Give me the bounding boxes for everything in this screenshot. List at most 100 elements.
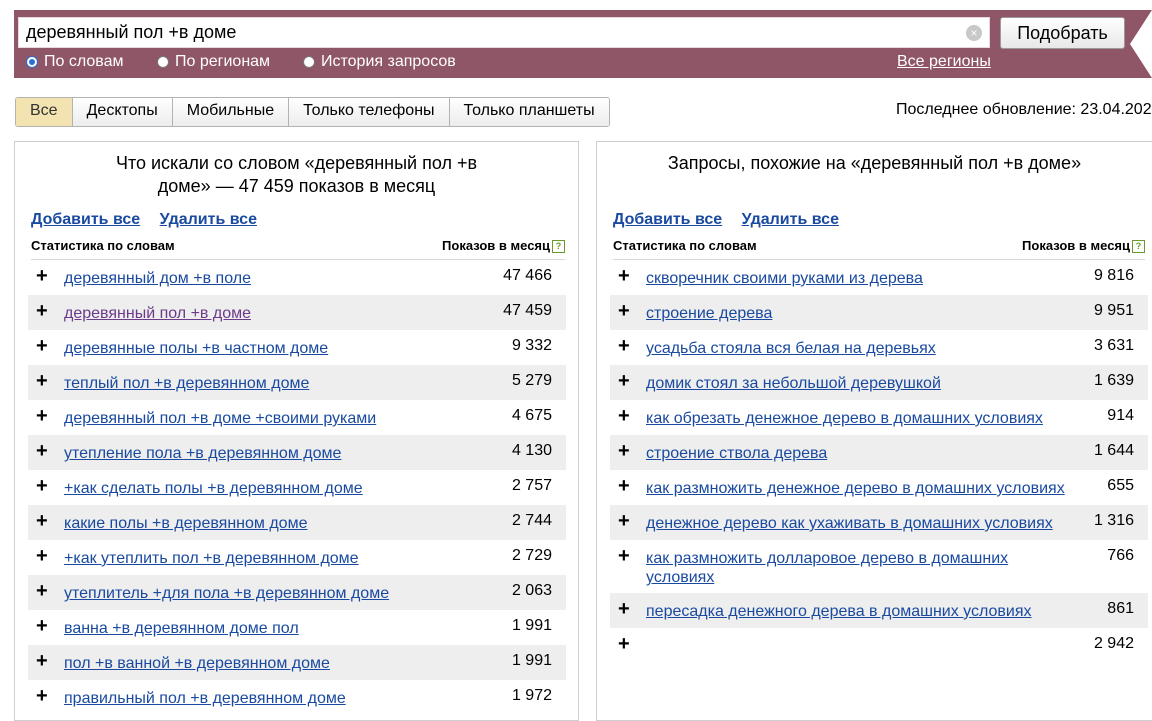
- add-phrase-icon[interactable]: +: [618, 634, 630, 654]
- clear-icon[interactable]: ×: [966, 25, 982, 41]
- radio-icon[interactable]: [303, 56, 315, 68]
- tab-mobile[interactable]: Мобильные: [172, 98, 290, 126]
- table-row: + +как утеплить пол +в деревянном доме 2 7…: [28, 540, 566, 575]
- search-input[interactable]: [19, 18, 956, 47]
- table-row: + как обрезать денежное дерево в домашних…: [610, 400, 1148, 435]
- tab-tablets-only[interactable]: Только планшеты: [449, 98, 609, 126]
- help-icon[interactable]: ?: [1132, 240, 1145, 253]
- col-count-label: Показов в месяц: [442, 238, 550, 253]
- col-phrase-header: Статистика по словам: [613, 238, 757, 253]
- tab-desktops[interactable]: Десктопы: [72, 98, 173, 126]
- phrase-link[interactable]: деревянный дом +в поле: [28, 260, 566, 294]
- add-phrase-icon[interactable]: +: [36, 406, 48, 426]
- left-rows: + деревянный дом +в поле 47 466 + деревянный…: [28, 260, 566, 715]
- add-phrase-icon[interactable]: +: [618, 336, 630, 356]
- radio-selected-icon[interactable]: [26, 56, 38, 68]
- add-phrase-icon[interactable]: +: [36, 476, 48, 496]
- add-phrase-icon[interactable]: +: [618, 266, 630, 286]
- phrase-link[interactable]: какие полы +в деревянном доме: [28, 505, 566, 539]
- phrase-link[interactable]: денежное дерево как ухаживать в домашних…: [610, 505, 1148, 539]
- left-panel-title: Что искали со словом «деревянный пол +в …: [15, 142, 578, 198]
- add-phrase-icon[interactable]: +: [36, 546, 48, 566]
- phrase-link[interactable]: пол +в ванной +в деревянном доме: [28, 645, 566, 679]
- table-row: + утеплитель +для пола +в деревянном доме…: [28, 575, 566, 610]
- table-row: + домик стоял за небольшой деревушкой 1 63…: [610, 365, 1148, 400]
- phrase-link[interactable]: деревянные полы +в частном доме: [28, 330, 566, 364]
- add-phrase-icon[interactable]: +: [618, 511, 630, 531]
- add-phrase-icon[interactable]: +: [36, 441, 48, 461]
- phrase-link[interactable]: пересадка денежного дерева в домашних ус…: [610, 593, 1148, 627]
- phrase-link[interactable]: утепление пола +в деревянном доме: [28, 435, 566, 469]
- table-row: + деревянный пол +в доме +своими руками 4 …: [28, 400, 566, 435]
- impressions-count: 1 972: [511, 687, 552, 704]
- add-phrase-icon[interactable]: +: [618, 599, 630, 619]
- add-all-link[interactable]: Добавить все: [31, 211, 140, 228]
- phrase-link[interactable]: усадьба стояла вся белая на деревьях: [610, 330, 1148, 364]
- impressions-count: 2 942: [1093, 635, 1134, 652]
- table-row: + пересадка денежного дерева в домашних у…: [610, 593, 1148, 628]
- table-row: + деревянный дом +в поле 47 466: [28, 260, 566, 295]
- phrase-link[interactable]: +как сделать полы +в деревянном доме: [28, 470, 566, 504]
- impressions-count: 47 466: [503, 267, 552, 284]
- impressions-count: 47 459: [503, 302, 552, 319]
- phrase-link[interactable]: ванна +в деревянном доме пол: [28, 610, 566, 644]
- table-row: +2 942: [610, 628, 1148, 663]
- phrase-link[interactable]: [610, 628, 1148, 643]
- remove-all-link[interactable]: Удалить все: [742, 211, 839, 228]
- impressions-count: 4 675: [511, 407, 552, 424]
- add-phrase-icon[interactable]: +: [36, 336, 48, 356]
- add-phrase-icon[interactable]: +: [618, 406, 630, 426]
- impressions-count: 1 639: [1093, 372, 1134, 389]
- mode-by-regions[interactable]: По регионам: [157, 53, 270, 71]
- add-phrase-icon[interactable]: +: [36, 371, 48, 391]
- add-all-link[interactable]: Добавить все: [613, 211, 722, 228]
- all-regions-link[interactable]: Все регионы: [897, 53, 991, 71]
- table-row: + как размножить долларовое дерево в дома…: [610, 540, 1148, 593]
- add-phrase-icon[interactable]: +: [36, 686, 48, 706]
- table-row: + скворечник своими руками из дерева 9 816: [610, 260, 1148, 295]
- add-phrase-icon[interactable]: +: [36, 511, 48, 531]
- add-phrase-icon[interactable]: +: [618, 441, 630, 461]
- remove-all-link[interactable]: Удалить все: [160, 211, 257, 228]
- phrase-link[interactable]: утеплитель +для пола +в деревянном доме: [28, 575, 566, 609]
- phrase-link[interactable]: +как утеплить пол +в деревянном доме: [28, 540, 566, 574]
- help-icon[interactable]: ?: [552, 240, 565, 253]
- device-tabs: Все Десктопы Мобильные Только телефоны Т…: [15, 97, 610, 127]
- impressions-count: 2 063: [511, 582, 552, 599]
- add-phrase-icon[interactable]: +: [618, 301, 630, 321]
- add-phrase-icon[interactable]: +: [36, 301, 48, 321]
- phrase-link[interactable]: строение дерева: [610, 295, 1148, 329]
- mode-by-words[interactable]: По словам: [26, 53, 123, 71]
- phrase-link[interactable]: деревянный пол +в доме: [28, 295, 566, 329]
- impressions-count: 766: [1107, 547, 1134, 564]
- phrase-link[interactable]: домик стоял за небольшой деревушкой: [610, 365, 1148, 399]
- phrase-link[interactable]: теплый пол +в деревянном доме: [28, 365, 566, 399]
- add-phrase-icon[interactable]: +: [618, 546, 630, 566]
- col-phrase-header: Статистика по словам: [31, 238, 175, 253]
- submit-button[interactable]: Подобрать: [1000, 17, 1125, 49]
- phrase-link[interactable]: скворечник своими руками из дерева: [610, 260, 1148, 294]
- radio-icon[interactable]: [157, 56, 169, 68]
- table-row: + как размножить денежное дерево в домашн…: [610, 470, 1148, 505]
- table-row: + усадьба стояла вся белая на деревьях 3 6…: [610, 330, 1148, 365]
- tab-all[interactable]: Все: [16, 98, 73, 126]
- add-phrase-icon[interactable]: +: [36, 616, 48, 636]
- tab-phones-only[interactable]: Только телефоны: [289, 98, 450, 126]
- add-phrase-icon[interactable]: +: [36, 651, 48, 671]
- phrase-link[interactable]: как обрезать денежное дерево в домашних …: [610, 400, 1148, 434]
- mode-history[interactable]: История запросов: [303, 53, 456, 71]
- left-column-header: Статистика по словам Показов в месяц?: [31, 238, 565, 260]
- add-phrase-icon[interactable]: +: [618, 476, 630, 496]
- phrase-link[interactable]: строение ствола дерева: [610, 435, 1148, 469]
- add-phrase-icon[interactable]: +: [36, 266, 48, 286]
- impressions-count: 2 744: [511, 512, 552, 529]
- add-phrase-icon[interactable]: +: [36, 581, 48, 601]
- right-column-header: Статистика по словам Показов в месяц?: [613, 238, 1145, 260]
- left-panel: Что искали со словом «деревянный пол +в …: [14, 141, 579, 721]
- phrase-link[interactable]: как размножить долларовое дерево в домаш…: [610, 540, 1148, 593]
- table-row: + утепление пола +в деревянном доме 4 130: [28, 435, 566, 470]
- add-phrase-icon[interactable]: +: [618, 371, 630, 391]
- impressions-count: 1 644: [1093, 442, 1134, 459]
- phrase-link[interactable]: деревянный пол +в доме +своими руками: [28, 400, 566, 434]
- phrase-link[interactable]: как размножить денежное дерево в домашни…: [610, 470, 1148, 504]
